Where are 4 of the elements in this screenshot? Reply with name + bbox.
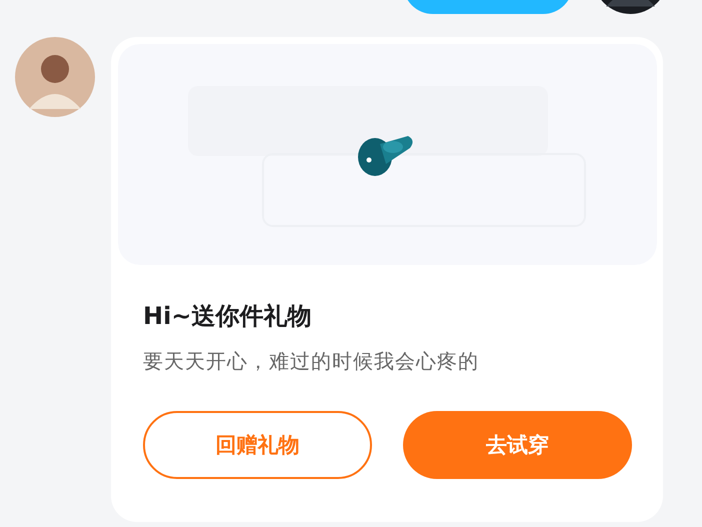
try-on-button[interactable]: 去试穿: [403, 411, 632, 479]
gift-message: 要天天开心，难过的时候我会心疼的: [143, 348, 480, 375]
return-gift-button[interactable]: 回赠礼物: [143, 411, 372, 479]
gift-title: Hi~送你件礼物: [143, 301, 312, 331]
